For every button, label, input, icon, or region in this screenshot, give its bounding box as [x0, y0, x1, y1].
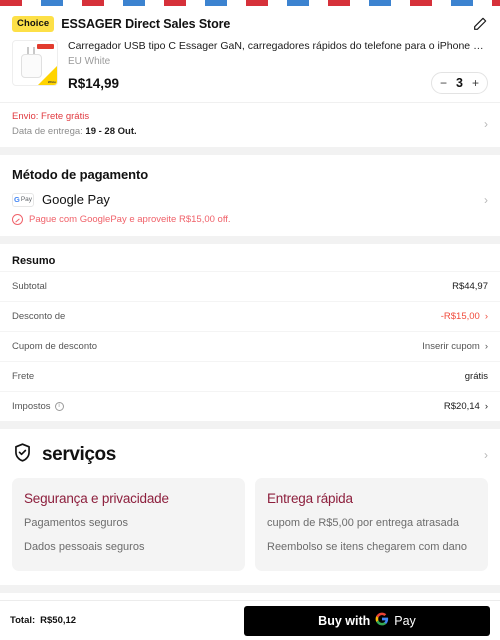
summary-label: Frete	[12, 371, 35, 383]
payment-promo-row: Pague com GooglePay e aproveite R$15,00 …	[0, 209, 500, 236]
google-g-icon	[375, 612, 389, 629]
coupon-action-text[interactable]: Inserir cupom	[422, 341, 480, 352]
payment-method-name: Google Pay	[42, 192, 110, 208]
section-gap-4	[0, 584, 500, 593]
product-info: Carregador USB tipo C Essager GaN, carre…	[68, 40, 488, 95]
quantity-stepper[interactable]: − 3 +	[431, 72, 488, 95]
price-row: R$14,99 − 3 +	[68, 72, 488, 95]
secure-payments-header: Pagamentos seguros	[0, 593, 500, 601]
product-row[interactable]: White Carregador USB tipo C Essager GaN,…	[0, 38, 500, 102]
service-card-line-2: Reembolso se itens chegarem com dano	[267, 541, 467, 554]
summary-row-taxes[interactable]: Impostos i R$20,14 ›	[0, 391, 500, 421]
scroll-content: Choice ESSAGER Direct Sales Store White	[0, 6, 500, 600]
delivery-date-label: Data de entrega:	[12, 126, 83, 138]
quantity-increase-button[interactable]: +	[472, 77, 479, 89]
summary-card: Resumo Subtotal R$44,97 Desconto de -R$1…	[0, 244, 500, 422]
checkout-screen: Choice ESSAGER Direct Sales Store White	[0, 0, 500, 640]
product-title: Carregador USB tipo C Essager GaN, carre…	[68, 40, 488, 52]
thumb-corner-label: White	[47, 79, 56, 84]
store-header-row[interactable]: Choice ESSAGER Direct Sales Store	[0, 6, 500, 38]
product-thumbnail[interactable]: White	[12, 40, 58, 86]
shield-check-icon	[12, 442, 33, 468]
info-icon[interactable]: i	[54, 402, 64, 412]
summary-heading: Resumo	[12, 255, 56, 268]
google-pay-badge-icon: G Pay	[12, 192, 34, 207]
store-product-card: Choice ESSAGER Direct Sales Store White	[0, 6, 500, 148]
summary-row-discount[interactable]: Desconto de -R$15,00 ›	[0, 301, 500, 331]
service-card-line-2: Dados pessoais seguros	[24, 541, 145, 554]
quantity-value: 3	[456, 75, 463, 90]
product-variant: EU White	[68, 56, 111, 68]
choice-badge: Choice	[12, 16, 55, 32]
service-card-line-1: Pagamentos seguros	[24, 517, 128, 530]
delivery-date-line: Data de entrega: 19 - 28 Out.	[12, 126, 484, 137]
summary-value-text: R$20,14	[443, 401, 480, 413]
section-gap-1	[0, 147, 500, 156]
service-card-heading: Entrega rápida	[267, 491, 353, 507]
product-price: R$14,99	[68, 75, 120, 91]
delivery-date-value: 19 - 28 Out.	[85, 126, 137, 138]
payment-method-card: Método de pagamento G Pay Google Pay › P…	[0, 155, 500, 237]
summary-row-freight: Frete grátis	[0, 361, 500, 391]
summary-row-coupon[interactable]: Cupom de desconto Inserir cupom ›	[0, 331, 500, 361]
services-card: serviços › Segurança e privacidade Pagam…	[0, 429, 500, 585]
payment-chevron-icon[interactable]: ›	[484, 194, 488, 206]
buy-with-gpay-button[interactable]: Buy with Pay	[244, 605, 490, 636]
store-name: ESSAGER Direct Sales Store	[61, 17, 231, 31]
section-gap-2	[0, 236, 500, 245]
summary-label-text: Impostos	[12, 401, 51, 413]
shipping-info: Envio: Frete grátis Data de entrega: 19 …	[12, 111, 484, 137]
summary-value: R$20,14 ›	[444, 401, 488, 412]
summary-value: R$44,97	[452, 281, 488, 293]
summary-chevron-icon[interactable]: ›	[485, 311, 488, 322]
total-label: Total:	[10, 615, 36, 626]
secure-payments-card: Pagamentos seguros	[0, 592, 500, 601]
payment-section-title: Método de pagamento	[12, 167, 149, 183]
summary-label: Subtotal	[12, 281, 47, 293]
service-card-line-1: cupom de R$5,00 por entrega atrasada	[267, 517, 460, 530]
summary-value: grátis	[464, 371, 488, 383]
shipping-chevron-icon[interactable]: ›	[484, 118, 488, 130]
payment-method-row[interactable]: G Pay Google Pay ›	[0, 182, 500, 209]
section-gap-3	[0, 421, 500, 430]
summary-chevron-icon[interactable]: ›	[485, 401, 488, 412]
pencil-icon[interactable]	[472, 16, 488, 32]
thumb-red-banner	[37, 44, 54, 49]
service-card-privacy[interactable]: Segurança e privacidade Pagamentos segur…	[12, 478, 245, 571]
summary-label: Desconto de	[12, 311, 66, 323]
buy-button-label: Buy with	[318, 613, 371, 628]
summary-chevron-icon[interactable]: ›	[485, 341, 488, 352]
total-value: R$50,12	[40, 615, 77, 626]
service-card-heading: Segurança e privacidade	[24, 491, 169, 507]
checkout-bottom-bar: Total: R$50,12 Buy with Pay	[0, 600, 500, 640]
discount-tag-icon	[12, 214, 23, 226]
summary-row-subtotal: Subtotal R$44,97	[0, 271, 500, 301]
services-header[interactable]: serviços ›	[0, 429, 500, 468]
buy-button-pay-text: Pay	[394, 613, 416, 628]
summary-value: -R$15,00 ›	[441, 311, 488, 322]
shipping-row[interactable]: Envio: Frete grátis Data de entrega: 19 …	[0, 102, 500, 147]
payment-promo-text: Pague com GooglePay e aproveite R$15,00 …	[29, 214, 231, 226]
summary-label: Cupom de desconto	[12, 341, 98, 353]
services-title: serviços	[42, 444, 116, 466]
gpay-pay-text: Pay	[20, 196, 33, 204]
services-chevron-icon[interactable]: ›	[484, 449, 488, 461]
summary-value: Inserir cupom ›	[422, 341, 488, 352]
quantity-decrease-button[interactable]: −	[440, 77, 447, 89]
gpay-g-letter: G	[13, 195, 20, 205]
summary-label: Impostos i	[12, 401, 64, 412]
summary-value-text: -R$15,00	[440, 311, 480, 323]
service-card-delivery[interactable]: Entrega rápida cupom de R$5,00 por entre…	[255, 478, 488, 571]
shipping-free-label: Envio: Frete grátis	[12, 111, 90, 123]
services-card-list: Segurança e privacidade Pagamentos segur…	[0, 468, 500, 584]
